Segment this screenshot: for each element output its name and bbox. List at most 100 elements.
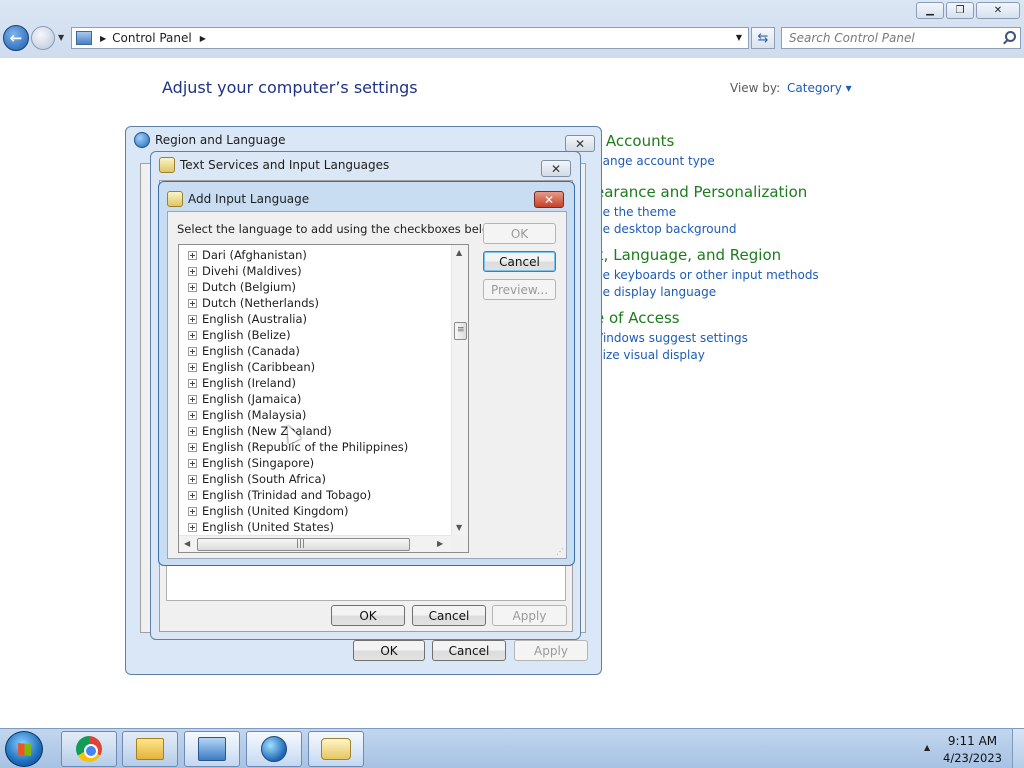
show-desktop-button[interactable] [1012, 729, 1024, 768]
back-button[interactable]: ← [3, 25, 29, 51]
expand-icon[interactable] [188, 378, 197, 388]
recent-pages-icon[interactable]: ▼ [58, 33, 64, 42]
address-bar[interactable]: ▶ Control Panel ▶ ▼ [71, 27, 749, 49]
expand-icon[interactable] [188, 346, 197, 356]
tree-item[interactable]: English (Republic of the Philippines) [179, 439, 451, 455]
expand-icon[interactable] [188, 394, 197, 404]
expand-icon[interactable] [188, 474, 197, 484]
language-label: English (South Africa) [202, 472, 327, 486]
dialog-title: Region and Language [155, 133, 286, 147]
refresh-button[interactable]: ⇆ [751, 27, 775, 49]
add-language-ok-button: OK [483, 223, 556, 244]
breadcrumb-arrow-icon[interactable]: ▶ [200, 34, 206, 43]
expand-icon[interactable] [188, 506, 197, 516]
region-ok-button[interactable]: OK [353, 640, 425, 661]
tree-item[interactable]: English (Belize) [179, 327, 451, 343]
dialog-close-button[interactable]: ✕ [541, 160, 571, 177]
language-label: English (Caribbean) [202, 360, 316, 374]
taskbar-chrome[interactable] [61, 731, 117, 767]
expand-icon[interactable] [188, 266, 197, 276]
clock-time[interactable]: 9:11 AM [940, 734, 1005, 748]
category-user-accounts: r Accounts hange account type [595, 132, 855, 168]
text-services-cancel-button[interactable]: Cancel [412, 605, 486, 626]
minimize-button[interactable]: ▁ [916, 2, 944, 19]
category-link[interactable]: ge the theme [595, 205, 855, 219]
tree-item[interactable]: Divehi (Maldives) [179, 263, 451, 279]
search-input[interactable] [782, 28, 992, 48]
category-title[interactable]: earance and Personalization [595, 183, 855, 201]
tree-item[interactable]: English (Caribbean) [179, 359, 451, 375]
language-tree[interactable]: Dari (Afghanistan) Divehi (Maldives) Dut… [178, 244, 469, 553]
installed-services-list[interactable] [166, 561, 566, 601]
scroll-down-icon[interactable]: ▼ [456, 523, 462, 532]
taskbar-explorer[interactable] [122, 731, 178, 767]
horizontal-scrollbar[interactable]: ◀ ||| ▶ [179, 535, 451, 552]
search-box[interactable] [781, 27, 1021, 49]
tree-item[interactable]: Dari (Afghanistan) [179, 247, 451, 263]
expand-icon[interactable] [188, 442, 197, 452]
breadcrumb-arrow-icon[interactable]: ▶ [100, 34, 106, 43]
address-dropdown-icon[interactable]: ▼ [736, 33, 742, 42]
start-button[interactable] [5, 731, 43, 767]
scroll-left-icon[interactable]: ◀ [184, 539, 190, 548]
tree-item[interactable]: English (New Zealand) [179, 423, 451, 439]
view-by-dropdown[interactable]: Category ▾ [787, 81, 852, 95]
expand-icon[interactable] [188, 522, 197, 532]
expand-icon[interactable] [188, 458, 197, 468]
tree-item[interactable]: English (South Africa) [179, 471, 451, 487]
expand-icon[interactable] [188, 314, 197, 324]
category-link[interactable]: ge display language [595, 285, 855, 299]
taskbar-text-services[interactable] [308, 731, 364, 767]
dialog-close-button[interactable]: ✕ [565, 135, 595, 152]
tree-item[interactable]: English (United States) [179, 519, 451, 535]
expand-icon[interactable] [188, 298, 197, 308]
expand-icon[interactable] [188, 410, 197, 420]
tree-item[interactable]: Dutch (Belgium) [179, 279, 451, 295]
vertical-scrollbar[interactable]: ▲ ≡ ▼ [451, 245, 468, 535]
category-link[interactable]: ge desktop background [595, 222, 855, 236]
expand-icon[interactable] [188, 282, 197, 292]
tree-item[interactable]: Dutch (Netherlands) [179, 295, 451, 311]
category-link[interactable]: Vindows suggest settings [595, 331, 855, 345]
category-title[interactable]: r Accounts [595, 132, 855, 150]
add-language-cancel-button[interactable]: Cancel [483, 251, 556, 272]
show-hidden-icons-icon[interactable]: ▲ [924, 743, 930, 752]
tree-item[interactable]: English (Singapore) [179, 455, 451, 471]
category-title[interactable]: e of Access [595, 309, 855, 327]
dialog-close-button[interactable]: ✕ [534, 191, 564, 208]
scroll-right-icon[interactable]: ▶ [437, 539, 443, 548]
expand-icon[interactable] [188, 330, 197, 340]
clock-date[interactable]: 4/23/2023 [940, 751, 1005, 765]
taskbar-region-language[interactable] [246, 731, 302, 767]
search-icon[interactable] [1005, 31, 1016, 42]
text-services-ok-button[interactable]: OK [331, 605, 405, 626]
category-link[interactable]: ge keyboards or other input methods [595, 268, 855, 282]
forward-button[interactable] [31, 26, 55, 50]
tree-item[interactable]: English (United Kingdom) [179, 503, 451, 519]
category-title[interactable]: k, Language, and Region [595, 246, 855, 264]
category-link[interactable]: hange account type [595, 154, 855, 168]
tree-item[interactable]: English (Jamaica) [179, 391, 451, 407]
resize-grip-icon[interactable]: ⋰ [556, 547, 564, 556]
tree-item[interactable]: English (Canada) [179, 343, 451, 359]
tree-item[interactable]: English (Australia) [179, 311, 451, 327]
maximize-button[interactable]: ❐ [946, 2, 974, 19]
tree-item[interactable]: English (Ireland) [179, 375, 451, 391]
language-label: English (United States) [202, 520, 335, 534]
tree-item[interactable]: English (Trinidad and Tobago) [179, 487, 451, 503]
scroll-corner [451, 535, 468, 552]
expand-icon[interactable] [188, 426, 197, 436]
horizontal-scroll-thumb[interactable]: ||| [197, 538, 410, 551]
expand-icon[interactable] [188, 490, 197, 500]
vertical-scroll-thumb[interactable]: ≡ [454, 322, 467, 340]
breadcrumb-control-panel[interactable]: Control Panel [112, 31, 192, 45]
tree-item[interactable]: English (Malaysia) [179, 407, 451, 423]
expand-icon[interactable] [188, 250, 197, 260]
scroll-up-icon[interactable]: ▲ [456, 248, 462, 257]
category-link[interactable]: nize visual display [595, 348, 855, 362]
close-button[interactable]: ✕ [976, 2, 1020, 19]
region-cancel-button[interactable]: Cancel [432, 640, 506, 661]
taskbar-control-panel[interactable] [184, 731, 240, 767]
expand-icon[interactable] [188, 362, 197, 372]
region-apply-button: Apply [514, 640, 588, 661]
